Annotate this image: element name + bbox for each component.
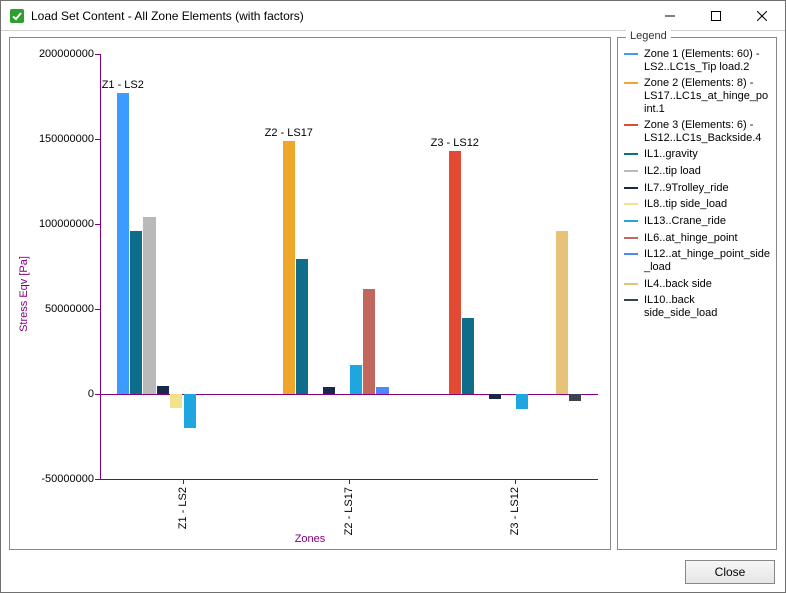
bar — [130, 231, 142, 394]
legend-label: IL2..tip load — [644, 165, 701, 178]
x-axis-label: Zones — [295, 533, 326, 545]
legend-swatch — [624, 124, 638, 126]
window-controls — [647, 1, 785, 31]
chart-panel: Stress Eqv [Pa] Zones -50000000050000000… — [9, 37, 611, 550]
close-button[interactable]: Close — [685, 560, 775, 584]
bar-group-label: Z3 - LS12 — [431, 137, 479, 149]
y-tick-label: 50000000 — [45, 303, 94, 315]
legend-item: IL2..tip load — [624, 165, 770, 178]
bar — [117, 93, 129, 394]
legend-label: IL10..back side_side_load — [644, 294, 770, 319]
window-title: Load Set Content - All Zone Elements (wi… — [31, 9, 647, 23]
legend-swatch — [624, 203, 638, 205]
bar — [143, 217, 155, 394]
legend-item: IL6..at_hinge_point — [624, 232, 770, 245]
legend-swatch — [624, 53, 638, 55]
legend-label: Zone 2 (Elements: 8) - LS17..LC1s_at_hin… — [644, 77, 770, 115]
plot-area: -500000000500000001000000001500000002000… — [100, 54, 598, 479]
close-window-button[interactable] — [739, 1, 785, 31]
legend-swatch — [624, 237, 638, 239]
legend-swatch — [624, 170, 638, 172]
legend-label: IL1..gravity — [644, 148, 698, 161]
bar — [350, 365, 362, 394]
bar — [184, 394, 196, 428]
legend-item: IL12..at_hinge_point_side_load — [624, 248, 770, 273]
bar — [569, 394, 581, 401]
bar — [296, 259, 308, 394]
app-icon — [9, 8, 25, 24]
legend-label: Zone 1 (Elements: 60) - LS2..LC1s_Tip lo… — [644, 48, 770, 73]
y-tick-label: 150000000 — [39, 133, 94, 145]
legend-label: IL7..9Trolley_ride — [644, 182, 729, 195]
y-axis-label: Stress Eqv [Pa] — [18, 256, 30, 332]
legend-label: IL8..tip side_load — [644, 198, 727, 211]
bar — [556, 231, 568, 394]
legend-title: Legend — [626, 30, 671, 42]
bar — [462, 318, 474, 394]
legend-swatch — [624, 82, 638, 84]
bar — [516, 394, 528, 409]
legend-label: IL4..back side — [644, 278, 712, 291]
bar — [449, 151, 461, 394]
legend-swatch — [624, 283, 638, 285]
legend-label: IL6..at_hinge_point — [644, 232, 738, 245]
x-tick-label: Z2 - LS17 — [343, 487, 355, 535]
bar — [363, 289, 375, 394]
bar — [157, 386, 169, 394]
bar-group-label: Z1 - LS2 — [102, 79, 144, 91]
legend-item: IL8..tip side_load — [624, 198, 770, 211]
legend-label: IL13..Crane_ride — [644, 215, 726, 228]
content-area: Stress Eqv [Pa] Zones -50000000050000000… — [1, 31, 785, 592]
bar-group-label: Z2 - LS17 — [265, 127, 313, 139]
legend-item: IL4..back side — [624, 278, 770, 291]
minimize-button[interactable] — [647, 1, 693, 31]
legend-item: IL7..9Trolley_ride — [624, 182, 770, 195]
x-tick-label: Z1 - LS2 — [177, 487, 189, 529]
y-tick-label: 0 — [88, 388, 94, 400]
legend-item: IL1..gravity — [624, 148, 770, 161]
bar — [170, 394, 182, 408]
legend-swatch — [624, 187, 638, 189]
x-tick-label: Z3 - LS12 — [509, 487, 521, 535]
legend-item: Zone 1 (Elements: 60) - LS2..LC1s_Tip lo… — [624, 48, 770, 73]
y-tick-label: -50000000 — [41, 473, 94, 485]
bar — [376, 387, 388, 394]
legend-item: Zone 2 (Elements: 8) - LS17..LC1s_at_hin… — [624, 77, 770, 115]
legend-label: IL12..at_hinge_point_side_load — [644, 248, 770, 273]
legend-label: Zone 3 (Elements: 6) - LS12..LC1s_Backsi… — [644, 119, 770, 144]
legend-swatch — [624, 153, 638, 155]
dialog-footer: Close — [1, 552, 785, 592]
y-tick-label: 200000000 — [39, 48, 94, 60]
legend-item: Zone 3 (Elements: 6) - LS12..LC1s_Backsi… — [624, 119, 770, 144]
bar — [489, 394, 501, 399]
maximize-button[interactable] — [693, 1, 739, 31]
titlebar: Load Set Content - All Zone Elements (wi… — [1, 1, 785, 31]
legend-item: IL13..Crane_ride — [624, 215, 770, 228]
bar — [323, 387, 335, 394]
legend-panel: Legend Zone 1 (Elements: 60) - LS2..LC1s… — [617, 37, 777, 550]
legend-swatch — [624, 299, 638, 301]
legend-swatch — [624, 253, 638, 255]
y-tick-label: 100000000 — [39, 218, 94, 230]
app-window: Load Set Content - All Zone Elements (wi… — [0, 0, 786, 593]
bar — [283, 141, 295, 394]
legend-swatch — [624, 220, 638, 222]
legend-item: IL10..back side_side_load — [624, 294, 770, 319]
